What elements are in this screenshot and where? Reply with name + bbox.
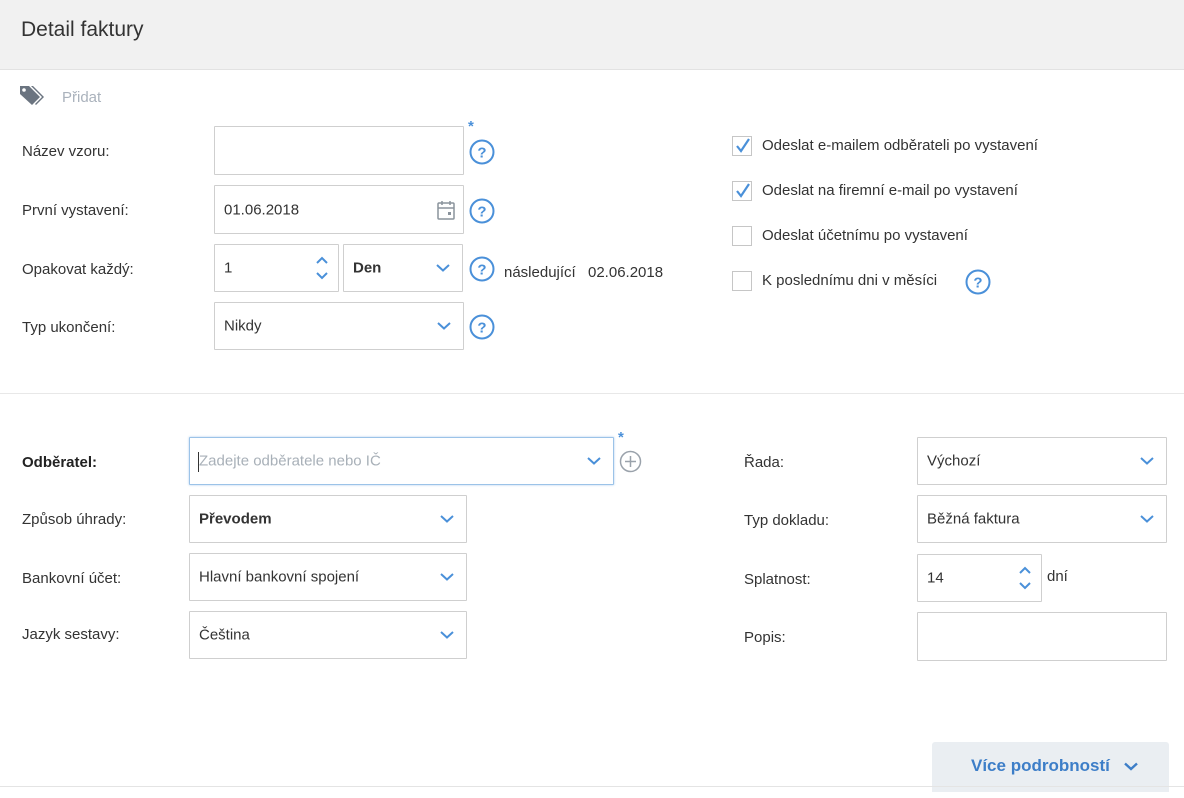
stepper-arrows-icon[interactable] <box>316 255 328 281</box>
checkbox-email-company-label[interactable]: Odeslat na firemní e-mail po vystavení <box>762 182 1018 199</box>
checkbox-last-day-of-month-label[interactable]: K poslednímu dni v měsíci <box>762 272 937 289</box>
customer-label: Odběratel: <box>22 454 98 471</box>
checkbox-email-accountant-label[interactable]: Odeslat účetnímu po vystavení <box>762 227 968 244</box>
chevron-down-icon[interactable] <box>587 457 601 466</box>
required-mark: * <box>468 118 474 135</box>
svg-text:?: ? <box>477 320 486 337</box>
next-date-label: následující <box>504 264 576 281</box>
bank-account-label: Bankovní účet: <box>22 570 122 587</box>
language-select[interactable]: Čeština <box>189 611 467 659</box>
checkbox-email-accountant[interactable] <box>732 226 752 246</box>
check-icon <box>736 138 750 153</box>
chevron-down-icon <box>1124 762 1138 771</box>
repeat-label: Opakovat každý: <box>22 261 134 278</box>
end-type-label: Typ ukončení: <box>22 319 116 336</box>
checkbox-email-customer-label[interactable]: Odeslat e-mailem odběrateli po vystavení <box>762 137 1038 154</box>
chevron-down-icon <box>436 264 450 272</box>
first-issue-date-input[interactable]: 01.06.2018 <box>214 185 464 234</box>
checkbox-email-company[interactable] <box>732 181 752 201</box>
due-label: Splatnost: <box>744 571 811 588</box>
series-label: Řada: <box>744 454 785 471</box>
svg-text:?: ? <box>477 145 486 162</box>
description-input[interactable] <box>917 612 1167 661</box>
help-icon[interactable]: ? <box>965 269 991 295</box>
help-icon[interactable]: ? <box>469 314 495 340</box>
chevron-down-icon <box>440 515 454 523</box>
add-customer-icon[interactable] <box>619 450 642 473</box>
chevron-down-icon <box>437 322 451 330</box>
more-details-button[interactable]: Více podrobností <box>932 742 1169 792</box>
help-icon[interactable]: ? <box>469 256 495 282</box>
template-name-label: Název vzoru: <box>22 143 110 160</box>
svg-text:?: ? <box>477 262 486 279</box>
chevron-down-icon <box>1140 515 1154 523</box>
page-header <box>0 0 1184 70</box>
tags-icon[interactable] <box>18 84 46 106</box>
repeat-unit-select[interactable]: Den <box>343 244 463 292</box>
svg-text:?: ? <box>973 275 982 292</box>
customer-input[interactable]: Zadejte odběratele nebo IČ <box>189 437 614 485</box>
checkbox-last-day-of-month[interactable] <box>732 271 752 291</box>
section-divider <box>0 393 1184 394</box>
chevron-down-icon <box>440 631 454 639</box>
help-icon[interactable]: ? <box>469 198 495 224</box>
series-select[interactable]: Výchozí <box>917 437 1167 485</box>
first-issue-label: První vystavení: <box>22 202 129 219</box>
calendar-icon[interactable] <box>437 200 455 220</box>
bank-account-select[interactable]: Hlavní bankovní spojení <box>189 553 467 601</box>
add-tag-link[interactable]: Přidat <box>62 89 101 106</box>
document-type-select[interactable]: Běžná faktura <box>917 495 1167 543</box>
due-days-stepper[interactable]: 14 <box>917 554 1042 602</box>
payment-method-label: Způsob úhrady: <box>22 511 127 528</box>
end-type-select[interactable]: Nikdy <box>214 302 464 350</box>
page-title: Detail faktury <box>21 18 144 41</box>
language-label: Jazyk sestavy: <box>22 626 120 643</box>
chevron-down-icon <box>1140 457 1154 465</box>
due-unit-label: dní <box>1047 568 1068 585</box>
payment-method-select[interactable]: Převodem <box>189 495 467 543</box>
help-icon[interactable]: ? <box>469 139 495 165</box>
chevron-down-icon <box>440 573 454 581</box>
check-icon <box>736 183 750 198</box>
svg-text:?: ? <box>477 204 486 221</box>
required-mark: * <box>618 429 624 446</box>
template-name-input[interactable] <box>214 126 464 175</box>
description-label: Popis: <box>744 629 786 646</box>
document-type-label: Typ dokladu: <box>744 512 830 529</box>
repeat-count-stepper[interactable]: 1 <box>214 244 339 292</box>
checkbox-email-customer[interactable] <box>732 136 752 156</box>
bottom-divider <box>0 786 1184 787</box>
stepper-arrows-icon[interactable] <box>1019 565 1031 591</box>
next-date-value: 02.06.2018 <box>588 264 664 281</box>
